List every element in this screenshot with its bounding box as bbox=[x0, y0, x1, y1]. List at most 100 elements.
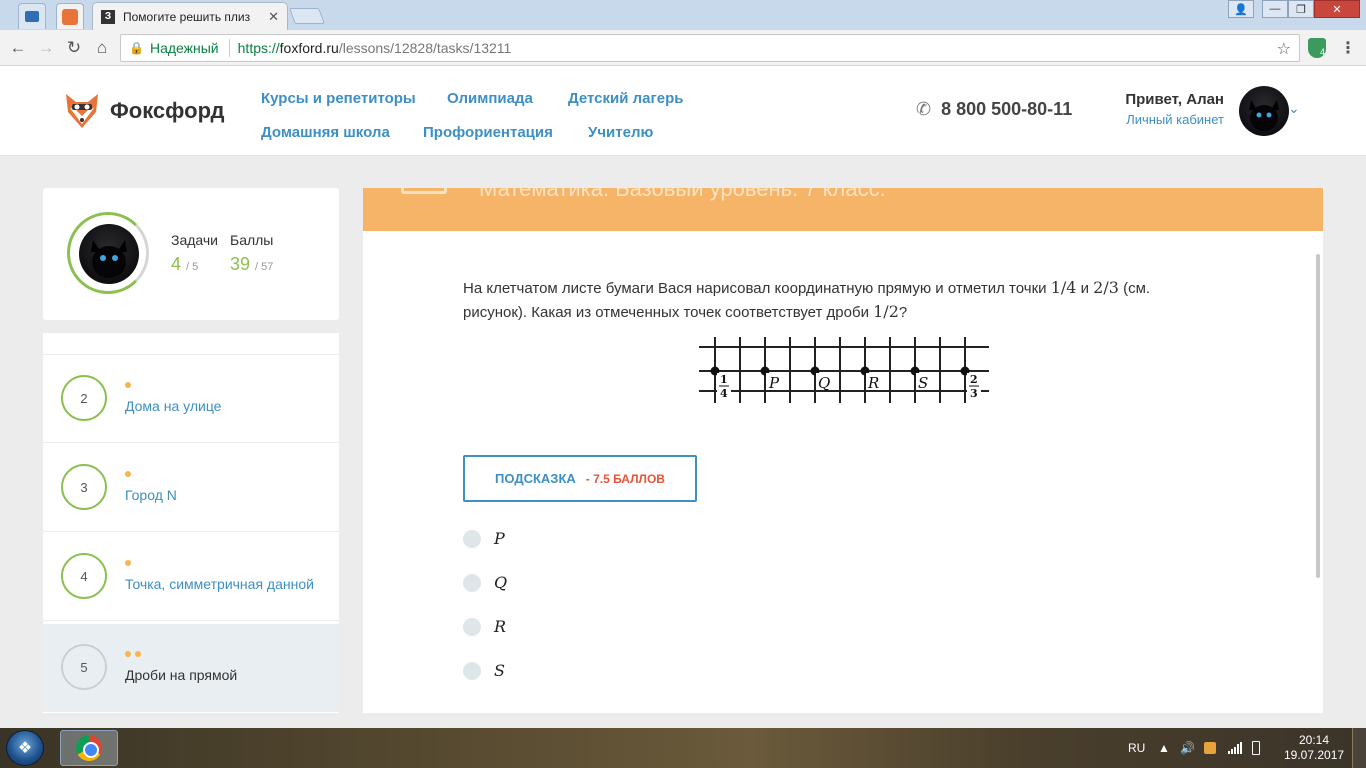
nav-teacher[interactable]: Учителю bbox=[588, 124, 653, 141]
task-number: 3 bbox=[61, 464, 107, 510]
close-window-button[interactable]: ✕ bbox=[1314, 0, 1360, 18]
maximize-button[interactable]: ❐ bbox=[1288, 0, 1314, 18]
list-item[interactable]: 2 Дома на улице bbox=[43, 355, 339, 443]
task-content: На клетчатом листе бумаги Вася нарисовал… bbox=[363, 231, 1323, 713]
radio-button[interactable] bbox=[463, 529, 481, 548]
points-value: 39 bbox=[230, 254, 251, 274]
content-scrollbar[interactable] bbox=[1316, 254, 1320, 578]
avatar[interactable] bbox=[1239, 86, 1289, 136]
difficulty-dot bbox=[125, 651, 131, 657]
cat-avatar-icon bbox=[91, 240, 127, 278]
nav-career[interactable]: Профориентация bbox=[423, 124, 553, 141]
language-indicator[interactable]: RU bbox=[1128, 728, 1145, 768]
back-arrow-icon[interactable]: ← bbox=[6, 36, 30, 60]
bookmark-star-icon[interactable]: ☆ bbox=[1277, 39, 1291, 59]
profile-icon[interactable]: 👤 bbox=[1228, 0, 1254, 18]
home-icon[interactable]: ⌂ bbox=[90, 36, 114, 60]
points-total: / 57 bbox=[255, 261, 274, 273]
pinned-tab-chat[interactable] bbox=[18, 3, 46, 29]
foxford-logo[interactable]: Фоксфорд bbox=[62, 90, 224, 132]
hint-button[interactable]: ПОДСКАЗКА - 7.5 БАЛЛОВ bbox=[463, 455, 697, 502]
chrome-icon bbox=[76, 735, 102, 761]
fraction-b: 2/3 bbox=[1093, 278, 1119, 297]
pinned-tab-foxford[interactable] bbox=[56, 3, 84, 29]
radio-button[interactable] bbox=[463, 617, 481, 636]
task-list: 2 Дома на улице 3 Город N 4 Точка, симме… bbox=[43, 333, 339, 713]
cabinet-link[interactable]: Личный кабинет bbox=[1125, 112, 1224, 127]
left-fraction-numerator: 1 bbox=[720, 373, 728, 386]
extension-shield-icon[interactable]: 4 bbox=[1308, 38, 1326, 58]
system-clock[interactable]: 20:14 19.07.2017 bbox=[1284, 733, 1344, 763]
lock-icon: 🔒 bbox=[129, 41, 144, 55]
question-text: На клетчатом листе бумаги Вася нарисовал… bbox=[463, 276, 1183, 324]
difficulty-dot bbox=[125, 471, 131, 477]
tab-close-icon[interactable]: ✕ bbox=[268, 9, 279, 25]
tab-favicon-icon: З bbox=[101, 9, 115, 24]
new-tab-button[interactable] bbox=[289, 8, 325, 24]
points-label: Баллы bbox=[230, 232, 274, 248]
cat-avatar-icon bbox=[1249, 100, 1279, 131]
answer-option-p[interactable]: P bbox=[463, 529, 505, 548]
tab-title: Помогите решить плиз bbox=[123, 9, 251, 24]
battery-icon[interactable] bbox=[1252, 728, 1260, 768]
point-label-s: S bbox=[918, 374, 928, 392]
show-desktop-button[interactable] bbox=[1352, 728, 1366, 768]
question-part-1: На клетчатом листе бумаги Вася нарисовал… bbox=[463, 280, 1051, 297]
clock-time: 20:14 bbox=[1298, 733, 1330, 747]
answer-option-s[interactable]: S bbox=[463, 661, 505, 680]
right-fraction-denominator: 3 bbox=[970, 387, 978, 400]
url-path: /lessons/12828/tasks/13211 bbox=[338, 40, 512, 56]
task-title: Город N bbox=[125, 487, 177, 503]
book-icon bbox=[401, 188, 447, 194]
tab-active[interactable]: З Помогите решить плиз ✕ bbox=[92, 2, 288, 30]
list-item[interactable]: 3 Город N bbox=[43, 444, 339, 532]
list-item[interactable]: 5 Дроби на прямой bbox=[43, 624, 339, 712]
minimize-button[interactable]: — bbox=[1262, 0, 1288, 18]
answer-option-r[interactable]: R bbox=[463, 617, 506, 636]
fraction-c: 1/2 bbox=[873, 302, 899, 321]
nav-olympiad[interactable]: Олимпиада bbox=[447, 90, 533, 107]
site-header: Фоксфорд Курсы и репетиторы Олимпиада Де… bbox=[0, 66, 1366, 156]
radio-button[interactable] bbox=[463, 661, 481, 680]
chat-icon bbox=[25, 11, 39, 22]
nav-courses[interactable]: Курсы и репетиторы bbox=[261, 90, 416, 107]
logo-text: Фоксфорд bbox=[110, 98, 225, 123]
tray-app-icon[interactable] bbox=[1204, 728, 1216, 768]
taskbar-chrome-button[interactable] bbox=[60, 730, 118, 766]
browser-menu-icon[interactable]: ⋮ bbox=[1340, 38, 1356, 58]
forward-arrow-icon[interactable]: → bbox=[34, 36, 58, 60]
tasks-label: Задачи bbox=[171, 232, 219, 248]
task-title: Дома на улице bbox=[125, 398, 222, 414]
task-number: 4 bbox=[61, 553, 107, 599]
profile-avatar bbox=[79, 224, 139, 284]
phone-icon: ✆ bbox=[916, 99, 932, 119]
point-label-q: Q bbox=[818, 374, 830, 392]
nav-camp[interactable]: Детский лагерь bbox=[568, 90, 683, 107]
network-signal-icon[interactable] bbox=[1228, 728, 1242, 768]
start-button[interactable]: ❖ bbox=[6, 730, 44, 766]
list-item[interactable]: 4 Точка, симметричная данной bbox=[43, 533, 339, 621]
option-label: Q bbox=[494, 573, 508, 592]
task-difficulty bbox=[125, 471, 131, 477]
browser-toolbar: ← → ↻ ⌂ 🔒 Надежный https:// foxford.ru /… bbox=[0, 30, 1366, 66]
fraction-a: 1/4 bbox=[1050, 278, 1077, 297]
radio-button[interactable] bbox=[463, 573, 481, 592]
address-bar[interactable]: 🔒 Надежный https:// foxford.ru /lessons/… bbox=[120, 34, 1300, 62]
url-host: foxford.ru bbox=[279, 40, 339, 56]
tray-expand-icon[interactable]: ▲ bbox=[1158, 728, 1170, 768]
phone-number[interactable]: ✆ 8 800 500-80-11 bbox=[916, 99, 1072, 120]
volume-icon[interactable]: 🔊 bbox=[1180, 728, 1195, 768]
point-label-r: R bbox=[867, 374, 879, 392]
browser-tab-bar: З Помогите решить плиз ✕ 👤 — ❐ ✕ bbox=[0, 0, 1366, 30]
question-and: и bbox=[1076, 280, 1094, 297]
user-greeting: Привет, Алан Личный кабинет bbox=[1125, 91, 1224, 127]
reload-icon[interactable]: ↻ bbox=[62, 36, 86, 60]
chevron-down-icon[interactable]: ⌄ bbox=[1288, 100, 1300, 117]
task-title: Точка, симметричная данной bbox=[125, 576, 314, 592]
answer-option-q[interactable]: Q bbox=[463, 573, 507, 592]
list-item[interactable] bbox=[43, 333, 339, 355]
difficulty-dot bbox=[135, 651, 141, 657]
phone-text: 8 800 500-80-11 bbox=[941, 99, 1073, 119]
nav-home-school[interactable]: Домашняя школа bbox=[261, 124, 390, 141]
task-difficulty bbox=[125, 560, 131, 566]
